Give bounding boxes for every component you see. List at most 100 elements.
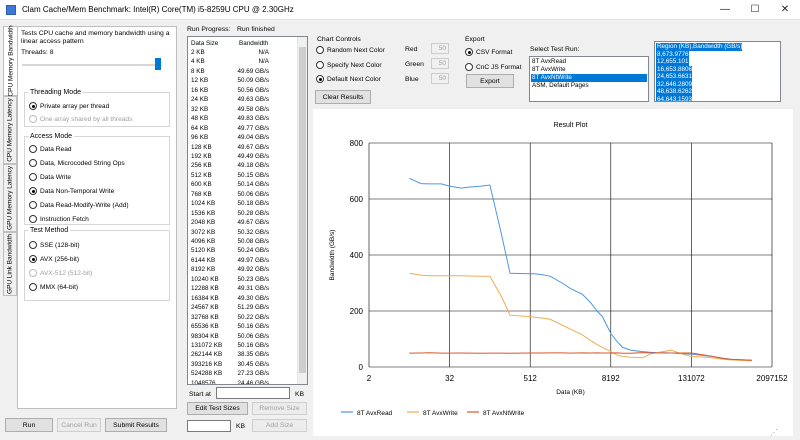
radio-private-array[interactable]: Private array per thread (29, 102, 109, 110)
bandwidth-cell: 50.23 GB/s (237, 275, 269, 283)
bandwidth-cell: 50.06 GB/s (237, 332, 269, 340)
export-button[interactable]: Export (466, 74, 514, 88)
tab-cpu-memory-bandwidth[interactable]: CPU Memory Bandwidth (3, 25, 17, 97)
series-line-1 (409, 272, 752, 362)
edit-test-sizes-button[interactable]: Edit Test Sizes (187, 402, 248, 415)
radio-mmx[interactable]: MMX (64-bit) (29, 283, 78, 291)
radio-avx512[interactable]: AVX-512 (512-bit) (29, 269, 92, 277)
data-size-cell: 32768 KB (191, 313, 219, 321)
blue-input[interactable]: 50 (431, 73, 449, 84)
clear-results-button[interactable]: Clear Results (315, 90, 371, 104)
remove-size-button[interactable]: Remove Size (252, 402, 307, 415)
data-size-cell: 1048576 (191, 379, 216, 385)
bandwidth-cell: 50.06 GB/s (237, 190, 269, 198)
radio-instruction-fetch[interactable]: Instruction Fetch (29, 215, 89, 223)
submit-results-button[interactable]: Submit Results (105, 418, 167, 432)
x-tick-label: 2097152 (756, 374, 788, 383)
test-run-item[interactable]: 8T AvxRead (531, 58, 647, 66)
radio-specify-next-color[interactable]: Specify Next Color (316, 61, 382, 69)
app-icon (6, 5, 16, 15)
data-size-cell: 65536 KB (191, 323, 219, 331)
radio-non-temporal-write[interactable]: Data Non-Temporal Write (29, 187, 114, 195)
threads-slider-track[interactable] (22, 64, 160, 66)
data-size-cell: 1024 KB (191, 200, 216, 208)
test-run-listbox[interactable]: 8T AvxRead 8T AvxWrite 8T AvxNtWrite ASM… (529, 56, 649, 102)
green-input[interactable]: 50 (431, 58, 449, 69)
bandwidth-cell: 50.14 GB/s (237, 181, 269, 189)
add-size-button[interactable]: Add Size (252, 419, 307, 432)
list-scrollbar[interactable] (297, 37, 307, 384)
red-label: Red (405, 46, 418, 53)
cancel-run-button[interactable]: Cancel Run (57, 418, 101, 432)
tab-gpu-memory-latency[interactable]: GPU Memory Latency (3, 164, 17, 232)
radio-data-write[interactable]: Data Write (29, 173, 71, 181)
test-run-item[interactable]: 8T AvxWrite (531, 66, 647, 74)
minimize-button[interactable]: — (710, 0, 740, 20)
chart-svg: Result Plot 0 200 400 600 800 2 32 512 8192 131072… (329, 122, 788, 417)
radio-data-read[interactable]: Data Read (29, 145, 72, 153)
radio-sse[interactable]: SSE (128-bit) (29, 241, 80, 249)
y-tick-label: 0 (359, 363, 364, 372)
resize-grip-icon[interactable]: ⋰ (770, 428, 778, 437)
data-size-cell: 96 KB (191, 134, 209, 142)
radio-microcoded-string-ops[interactable]: Data, Microcoded String Ops (29, 159, 125, 167)
legend-entry: 8T AvxWrite (423, 410, 458, 417)
run-button[interactable]: Run (5, 418, 53, 432)
add-size-input[interactable] (187, 420, 231, 432)
radio-random-next-color[interactable]: Random Next Color (316, 46, 385, 54)
test-description: Tests CPU cache and memory bandwidth usi… (21, 30, 170, 45)
chart-controls-label: Chart Controls (317, 36, 361, 43)
data-size-cell: 262144 KB (191, 351, 223, 359)
data-size-cell: 16 KB (191, 86, 209, 94)
tab-gpu-link-bandwidth[interactable]: GPU Link Bandwidth (3, 232, 17, 296)
x-tick-label: 512 (524, 374, 538, 383)
data-size-cell: 12 KB (191, 77, 209, 85)
radio-avx[interactable]: AVX (256-bit) (29, 255, 79, 263)
start-unit-label: KB (295, 391, 305, 398)
data-size-cell: 24 KB (191, 96, 209, 104)
bandwidth-cell: 49.69 GB/s (237, 67, 269, 75)
tab-cpu-memory-latency[interactable]: CPU Memory Latency (3, 96, 17, 164)
chart-title: Result Plot (554, 122, 588, 129)
bandwidth-cell: 49.67 GB/s (237, 143, 269, 151)
x-tick-label: 2 (367, 374, 372, 383)
threading-mode-legend: Threading Mode (30, 89, 81, 96)
radio-default-next-color[interactable]: Default Next Color (316, 75, 381, 83)
export-output-textbox[interactable]: Region (KB),Bandwidth (GB/s) 8,673.9776 12… (654, 41, 781, 102)
data-size-cell: 4 KB (191, 58, 205, 66)
bandwidth-cell: 50.16 GB/s (237, 323, 269, 331)
data-size-cell: 8 KB (191, 67, 205, 75)
run-progress-label: Run Progress: (187, 26, 231, 33)
data-size-cell: 3072 KB (191, 228, 216, 236)
data-size-cell: 64 KB (191, 124, 209, 132)
radio-csv-format[interactable]: CSV Format (465, 48, 512, 56)
data-size-cell: 131072 KB (191, 341, 223, 349)
red-input[interactable]: 50 (431, 43, 449, 54)
test-run-item-selected[interactable]: 8T AvxNtWrite (531, 74, 647, 82)
result-plot: Result Plot 0 200 400 600 800 2 32 512 8192 131072… (313, 109, 793, 436)
bandwidth-cell: 50.08 GB/s (237, 238, 269, 245)
export-output-line: 64,643.1593 (656, 95, 693, 102)
scrollbar-thumb[interactable] (299, 47, 306, 373)
radio-read-modify-write[interactable]: Data Read-Modify-Write (Add) (29, 201, 129, 209)
radio-cnc-js-format[interactable]: CnC JS Format (465, 63, 521, 71)
data-size-cell: 2048 KB (191, 219, 216, 227)
series-line-2 (409, 352, 752, 361)
data-size-cell: 128 KB (191, 143, 212, 151)
data-size-cell: 6144 KB (191, 256, 216, 264)
threads-slider-thumb[interactable] (155, 58, 161, 70)
start-at-input[interactable] (216, 387, 290, 399)
test-run-item[interactable]: ASM, Default Pages (531, 82, 647, 90)
run-progress-list[interactable]: Data Size Bandwidth 2 KB N/A 4 KB N/A 8 KB 49… (187, 36, 308, 385)
maximize-button[interactable]: ☐ (740, 0, 770, 20)
close-button[interactable]: ✕ (770, 0, 800, 20)
bandwidth-cell: 49.31 GB/s (237, 285, 269, 293)
bandwidth-cell: 49.49 GB/s (237, 152, 269, 160)
bandwidth-cell: 49.30 GB/s (237, 294, 269, 302)
bandwidth-cell: 49.63 GB/s (237, 96, 269, 104)
data-size-cell: 48 KB (191, 115, 209, 123)
radio-shared-array[interactable]: One array shared by all threads (29, 115, 132, 123)
y-axis-label: Bandwidth (GB/s) (329, 230, 336, 281)
col-header-size: Data Size (191, 40, 219, 47)
data-size-cell: 5120 KB (191, 247, 216, 255)
